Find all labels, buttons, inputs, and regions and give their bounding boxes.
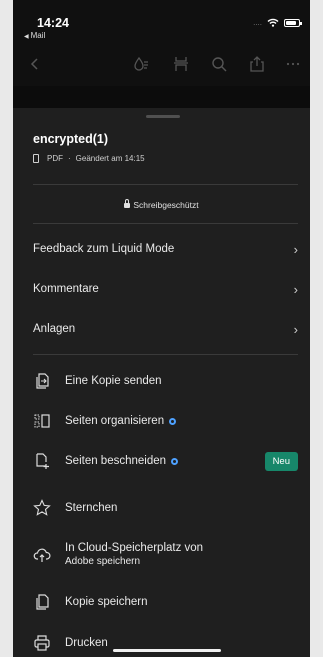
organize-pages-item[interactable]: Seiten organisieren [33,407,298,435]
document-type: PDF [47,154,63,163]
phone-screen: 14:24 ◀ Mail .... encrypted(1) PDF · Geä… [13,0,310,657]
lock-icon [124,199,131,208]
feedback-liquid-mode-row[interactable]: Feedback zum Liquid Mode › [33,237,298,261]
sheet-grabber[interactable] [146,115,180,118]
print-item[interactable]: Drucken [33,629,298,657]
menu-label-line2: Adobe speichern [65,556,141,567]
status-time: 14:24 [37,16,69,30]
menu-label: Seiten organisieren [65,415,165,427]
star-item[interactable]: Sternchen [33,494,298,522]
two-line-label: In Cloud-Speicherplatz von Adobe speiche… [65,541,203,569]
new-badge: Neu [264,452,298,471]
star-icon [33,499,51,516]
liquid-mode-icon[interactable] [131,54,151,74]
divider [33,223,298,224]
share-icon[interactable] [247,54,267,74]
save-to-adobe-cloud-item[interactable]: In Cloud-Speicherplatz von Adobe speiche… [33,539,298,571]
cloud-upload-icon [33,548,51,562]
save-copy-icon [36,594,49,610]
printer-icon [34,635,50,651]
nav-label: Feedback zum Liquid Mode [33,243,175,255]
back-app-label: Mail [30,31,46,40]
menu-label: Seiten beschneiden [65,455,167,467]
document-modified: Geändert am 14:15 [75,154,145,163]
signal-dots-icon: .... [253,18,262,27]
chevron-right-icon: › [293,321,298,337]
top-toolbar [13,42,310,86]
crop-pages-item[interactable]: Seiten beschneiden Neu [33,447,298,475]
chevron-right-icon: › [293,281,298,297]
menu-label: Eine Kopie senden [65,375,162,387]
send-copy-item[interactable]: Eine Kopie senden [33,367,298,395]
nav-label: Kommentare [33,283,99,295]
menu-label: In Cloud-Speicherplatz von [65,542,204,554]
comments-row[interactable]: Kommentare › [33,277,298,301]
battery-icon [284,18,302,27]
home-indicator[interactable] [113,649,221,652]
new-feature-dot-icon [171,457,179,465]
menu-label: Drucken [65,637,108,649]
menu-label: Kopie speichern [65,596,148,608]
new-feature-dot-icon [169,417,177,425]
divider [33,184,298,185]
document-meta: PDF · Geändert am 14:15 [33,154,145,163]
wifi-icon [267,18,279,27]
menu-label: Sternchen [65,502,118,514]
organize-pages-icon [34,414,50,428]
status-bar: 14:24 ◀ Mail .... [13,0,310,42]
back-to-mail-link[interactable]: ◀ Mail [24,31,45,40]
save-copy-item[interactable]: Kopie speichern [33,588,298,616]
attachments-row[interactable]: Anlagen › [33,317,298,341]
divider [33,354,298,355]
crop-pages-icon [36,453,49,469]
more-options-icon[interactable] [283,54,303,74]
nav-label: Anlagen [33,323,76,335]
status-icons: .... [253,18,302,27]
scan-document-icon[interactable] [171,54,191,74]
back-arrow-icon: ◀ [24,34,29,40]
meta-separator: · [68,154,71,163]
chevron-right-icon: › [293,241,298,257]
bottom-sheet: encrypted(1) PDF · Geändert am 14:15 Sch… [13,108,310,657]
document-page-icon [33,154,39,163]
readonly-label: Schreibgeschützt [133,200,199,210]
readonly-status: Schreibgeschützt [13,199,310,210]
send-copy-icon [36,373,49,389]
chevron-left-icon[interactable] [25,54,45,74]
search-icon[interactable] [209,54,229,74]
document-title: encrypted(1) [33,132,109,146]
dimmed-backdrop[interactable] [13,86,310,108]
